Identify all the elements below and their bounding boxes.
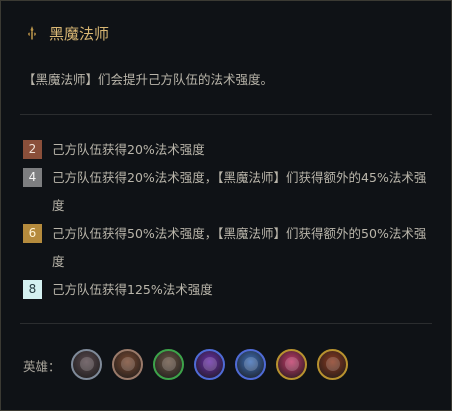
trait-tooltip-panel: 黑魔法师 【黑魔法师】们会提升己方队伍的法术强度。 2 己方队伍获得20%法术强…: [0, 0, 452, 411]
tier-text: 己方队伍获得50%法术强度，【黑魔法师】们获得额外的50%法术强度: [52, 226, 427, 269]
trait-description: 【黑魔法师】们会提升己方队伍的法术强度。: [23, 72, 274, 87]
champions-label: 英雄：: [23, 359, 61, 374]
tier-row-2: 2 己方队伍获得20%法术强度: [23, 140, 432, 164]
trait-header: 黑魔法师: [25, 23, 109, 44]
champion-portrait-7[interactable]: [316, 349, 348, 380]
champion-list: 英雄：: [23, 349, 358, 380]
tier-badge: 6: [23, 224, 42, 243]
tier-row-6: 6 己方队伍获得50%法术强度，【黑魔法师】们获得额外的50%法术强度: [23, 224, 432, 276]
tier-text: 己方队伍获得20%法术强度: [52, 142, 205, 157]
champion-portrait-3[interactable]: [152, 349, 184, 380]
champion-portrait-5[interactable]: [234, 349, 266, 380]
tier-row-8: 8 己方队伍获得125%法术强度: [23, 280, 432, 304]
tier-badge: 4: [23, 168, 42, 187]
divider: [20, 114, 432, 115]
champion-portrait-4[interactable]: [193, 349, 225, 380]
divider: [20, 323, 432, 324]
tier-text: 己方队伍获得20%法术强度，【黑魔法师】们获得额外的45%法术强度: [52, 170, 427, 213]
wand-icon: [25, 26, 39, 42]
tier-row-4: 4 己方队伍获得20%法术强度，【黑魔法师】们获得额外的45%法术强度: [23, 168, 432, 220]
tier-text: 己方队伍获得125%法术强度: [52, 282, 213, 297]
tier-badge: 8: [23, 280, 42, 299]
champion-portrait-6[interactable]: [275, 349, 307, 380]
champion-portrait-1[interactable]: [70, 349, 102, 380]
champion-portrait-2[interactable]: [111, 349, 143, 380]
trait-title: 黑魔法师: [49, 25, 110, 43]
tier-badge: 2: [23, 140, 42, 159]
